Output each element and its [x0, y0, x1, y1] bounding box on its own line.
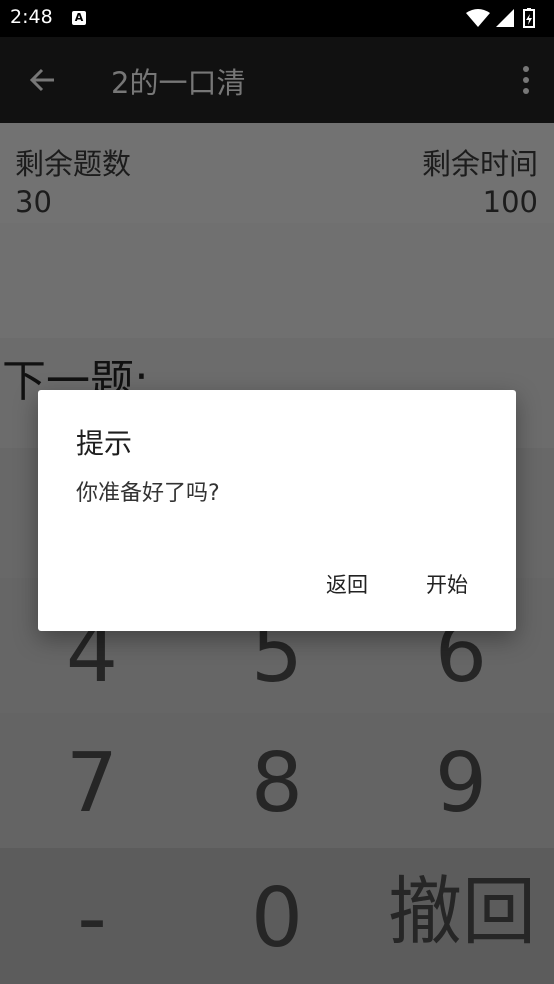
return-button[interactable]: 返回 — [318, 565, 376, 603]
dialog-message: 你准备好了吗? — [76, 481, 220, 506]
ready-dialog: 提示 你准备好了吗? 返回 开始 — [38, 390, 516, 631]
dialog-title: 提示 — [76, 427, 133, 460]
start-button[interactable]: 开始 — [418, 565, 476, 603]
